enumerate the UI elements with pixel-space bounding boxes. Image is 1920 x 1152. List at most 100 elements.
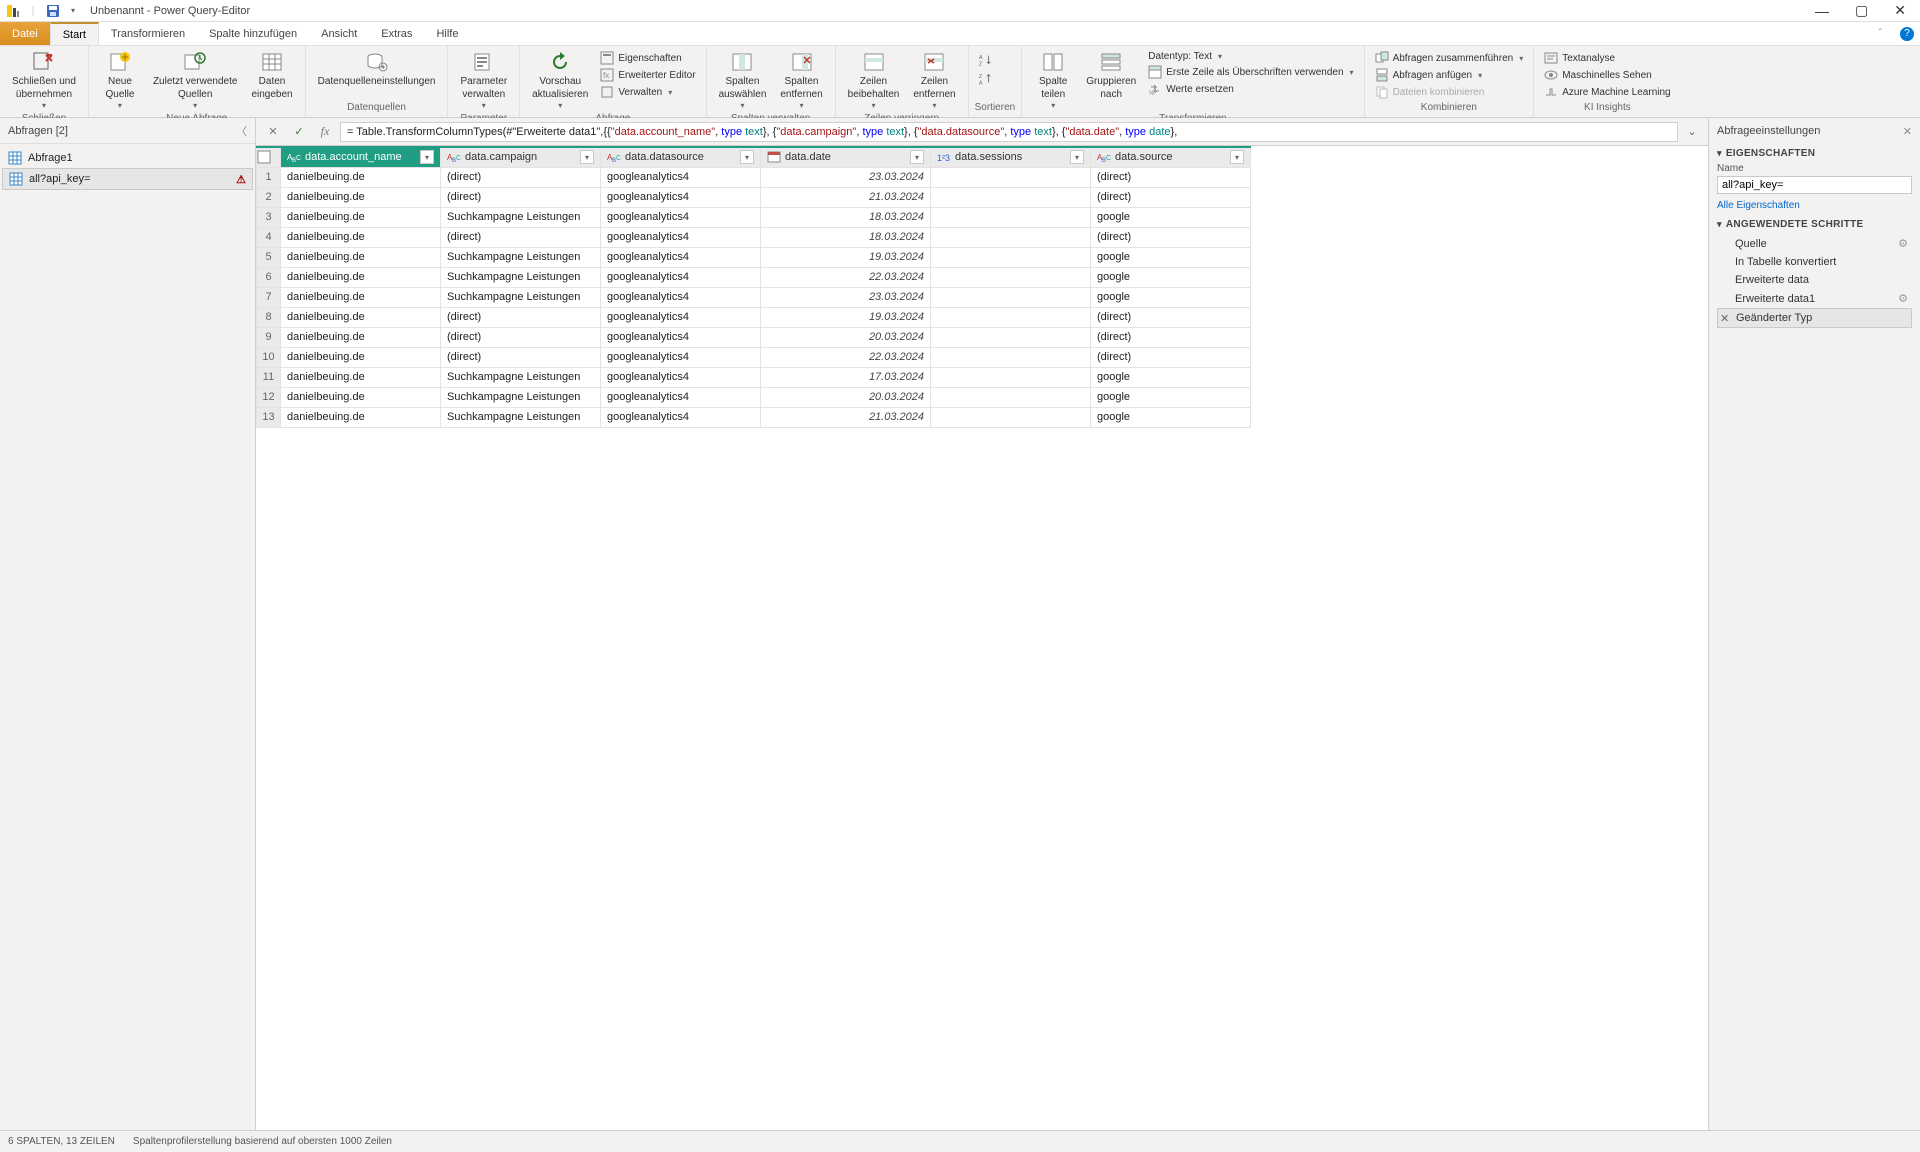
cell[interactable]: googleanalytics4 (601, 407, 761, 427)
cell[interactable]: googleanalytics4 (601, 207, 761, 227)
applied-step[interactable]: Erweiterte data1⚙ (1717, 289, 1912, 308)
split-column-button[interactable]: Spalteteilen▾ (1028, 48, 1078, 113)
cell[interactable]: google (1091, 367, 1251, 387)
cell[interactable]: (direct) (1091, 307, 1251, 327)
cell[interactable]: (direct) (1091, 227, 1251, 247)
cell[interactable]: danielbeuing.de (281, 367, 441, 387)
column-header[interactable]: 1²3data.sessions▾ (931, 147, 1091, 167)
type-icon[interactable]: 1²3 (937, 150, 951, 164)
cell[interactable]: Suchkampagne Leistungen (441, 407, 601, 427)
cell[interactable]: danielbeuing.de (281, 347, 441, 367)
cell[interactable] (931, 287, 1091, 307)
column-filter-icon[interactable]: ▾ (740, 150, 754, 164)
cell[interactable]: googleanalytics4 (601, 287, 761, 307)
tab-ansicht[interactable]: Ansicht (309, 22, 369, 45)
table-row[interactable]: 10danielbeuing.de(direct)googleanalytics… (257, 347, 1251, 367)
column-header[interactable]: ABCdata.datasource▾ (601, 147, 761, 167)
cell[interactable]: Suchkampagne Leistungen (441, 287, 601, 307)
query-item[interactable]: Abfrage1 (2, 148, 253, 168)
minimize-button[interactable]: — (1815, 3, 1829, 19)
type-icon[interactable]: ABC (287, 150, 301, 164)
manage-button[interactable]: Verwalten▾ (596, 84, 699, 100)
column-filter-icon[interactable]: ▾ (420, 150, 434, 164)
column-filter-icon[interactable]: ▾ (910, 150, 924, 164)
fx-icon[interactable]: fx (314, 122, 336, 142)
applied-step[interactable]: Quelle⚙ (1717, 234, 1912, 253)
cell[interactable]: danielbeuing.de (281, 167, 441, 187)
cell[interactable]: google (1091, 207, 1251, 227)
cell[interactable] (931, 327, 1091, 347)
tab-extras[interactable]: Extras (369, 22, 424, 45)
cell[interactable] (931, 247, 1091, 267)
cell[interactable]: (direct) (441, 167, 601, 187)
choose-columns-button[interactable]: Spaltenauswählen▾ (713, 48, 773, 113)
data-source-settings-button[interactable]: Datenquelleneinstellungen (312, 48, 442, 89)
formula-cancel-button[interactable]: ✕ (262, 122, 284, 142)
new-source-button[interactable]: NeueQuelle▾ (95, 48, 145, 113)
cell[interactable]: (direct) (441, 307, 601, 327)
enter-data-button[interactable]: Dateneingeben (245, 48, 298, 102)
cell[interactable]: 23.03.2024 (761, 167, 931, 187)
column-filter-icon[interactable]: ▾ (580, 150, 594, 164)
tab-hilfe[interactable]: Hilfe (424, 22, 470, 45)
cell[interactable]: 22.03.2024 (761, 267, 931, 287)
query-name-input[interactable] (1717, 176, 1912, 194)
type-icon[interactable] (767, 150, 781, 164)
applied-step[interactable]: In Tabelle konvertiert (1717, 253, 1912, 271)
table-row[interactable]: 4danielbeuing.de(direct)googleanalytics4… (257, 227, 1251, 247)
column-header[interactable]: ABCdata.campaign▾ (441, 147, 601, 167)
properties-button[interactable]: Eigenschaften (596, 50, 699, 66)
keep-rows-button[interactable]: Zeilenbeibehalten▾ (842, 48, 906, 113)
sort-desc-button[interactable]: ZA (975, 71, 997, 87)
applied-step[interactable]: Erweiterte data (1717, 271, 1912, 289)
cell[interactable]: 22.03.2024 (761, 347, 931, 367)
queries-panel-collapse-icon[interactable]: 〈 (236, 123, 247, 139)
formula-input[interactable]: = Table.TransformColumnTypes(#"Erweitert… (340, 122, 1678, 142)
remove-rows-button[interactable]: Zeilenentfernen▾ (907, 48, 961, 113)
cell[interactable]: googleanalytics4 (601, 247, 761, 267)
table-row[interactable]: 5danielbeuing.deSuchkampagne Leistungeng… (257, 247, 1251, 267)
type-icon[interactable]: ABC (447, 150, 461, 164)
column-header[interactable]: data.date▾ (761, 147, 931, 167)
all-properties-link[interactable]: Alle Eigenschaften (1717, 200, 1800, 211)
cell[interactable] (931, 207, 1091, 227)
cell[interactable]: googleanalytics4 (601, 167, 761, 187)
formula-expand-icon[interactable]: ⌄ (1682, 125, 1702, 138)
cell[interactable]: (direct) (441, 187, 601, 207)
formula-commit-button[interactable]: ✓ (288, 122, 310, 142)
cell[interactable]: googleanalytics4 (601, 387, 761, 407)
ribbon-collapse-icon[interactable]: ˆ (1879, 28, 1882, 39)
cell[interactable]: danielbeuing.de (281, 207, 441, 227)
cell[interactable]: google (1091, 287, 1251, 307)
cell[interactable]: (direct) (1091, 327, 1251, 347)
recent-sources-button[interactable]: Zuletzt verwendeteQuellen▾ (147, 48, 244, 113)
cell[interactable]: danielbeuing.de (281, 327, 441, 347)
cell[interactable]: Suchkampagne Leistungen (441, 247, 601, 267)
help-icon[interactable]: ? (1900, 27, 1914, 41)
type-icon[interactable]: ABC (1097, 150, 1111, 164)
query-item[interactable]: all?api_key=⚠ (2, 168, 253, 190)
cell[interactable] (931, 347, 1091, 367)
cell[interactable] (931, 187, 1091, 207)
cell[interactable]: 21.03.2024 (761, 187, 931, 207)
cell[interactable] (931, 307, 1091, 327)
cell[interactable]: googleanalytics4 (601, 347, 761, 367)
tab-spalte-hinzufügen[interactable]: Spalte hinzufügen (197, 22, 309, 45)
cell[interactable]: (direct) (1091, 187, 1251, 207)
cell[interactable]: 23.03.2024 (761, 287, 931, 307)
table-row[interactable]: 3danielbeuing.deSuchkampagne Leistungeng… (257, 207, 1251, 227)
cell[interactable]: 21.03.2024 (761, 407, 931, 427)
type-icon[interactable]: ABC (607, 150, 621, 164)
tab-start[interactable]: Start (50, 22, 99, 45)
cell[interactable]: google (1091, 407, 1251, 427)
delete-step-icon[interactable]: ✕ (1720, 312, 1729, 325)
table-row[interactable]: 12danielbeuing.deSuchkampagne Leistungen… (257, 387, 1251, 407)
data-type-button[interactable]: Datentyp: Text▾ (1144, 50, 1357, 63)
table-row[interactable]: 9danielbeuing.de(direct)googleanalytics4… (257, 327, 1251, 347)
cell[interactable]: googleanalytics4 (601, 187, 761, 207)
tab-file[interactable]: Datei (0, 22, 50, 45)
cell[interactable]: googleanalytics4 (601, 307, 761, 327)
cell[interactable] (931, 267, 1091, 287)
append-queries-button[interactable]: Abfragen anfügen▾ (1371, 67, 1528, 83)
cell[interactable]: googleanalytics4 (601, 227, 761, 247)
